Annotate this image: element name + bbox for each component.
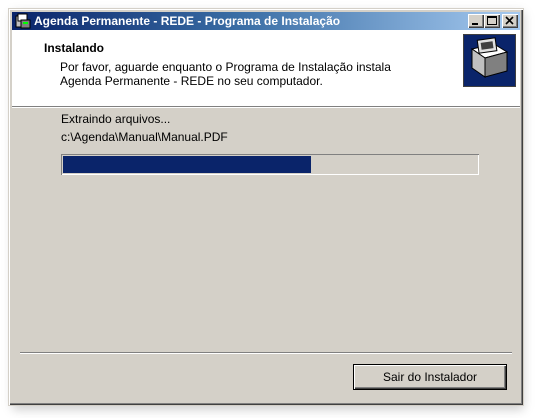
page-description: Por favor, aguarde enquanto o Programa d… <box>60 60 391 88</box>
maximize-icon <box>487 16 497 25</box>
installer-window: Agenda Permanente - REDE - Programa de I… <box>8 8 524 406</box>
exit-installer-button[interactable]: Sair do Instalador <box>354 365 506 389</box>
header-panel: Instalando Por favor, aguarde enquanto o… <box>12 30 520 107</box>
window-title: Agenda Permanente - REDE - Programa de I… <box>34 14 341 28</box>
status-text: Extraindo arquivos... <box>61 112 171 126</box>
installer-icon[interactable] <box>15 13 31 29</box>
minimize-icon <box>472 23 478 25</box>
close-icon <box>505 16 514 25</box>
installer-box-icon <box>463 34 516 87</box>
close-button[interactable] <box>502 14 518 28</box>
footer-divider <box>20 352 512 354</box>
maximize-button[interactable] <box>484 14 500 28</box>
title-bar[interactable]: Agenda Permanente - REDE - Programa de I… <box>12 12 520 30</box>
progress-bar-fill <box>63 156 311 173</box>
progress-bar <box>61 154 479 175</box>
page-title: Instalando <box>44 41 105 55</box>
current-file-path: c:\Agenda\Manual\Manual.PDF <box>61 130 228 144</box>
minimize-button[interactable] <box>468 14 484 28</box>
